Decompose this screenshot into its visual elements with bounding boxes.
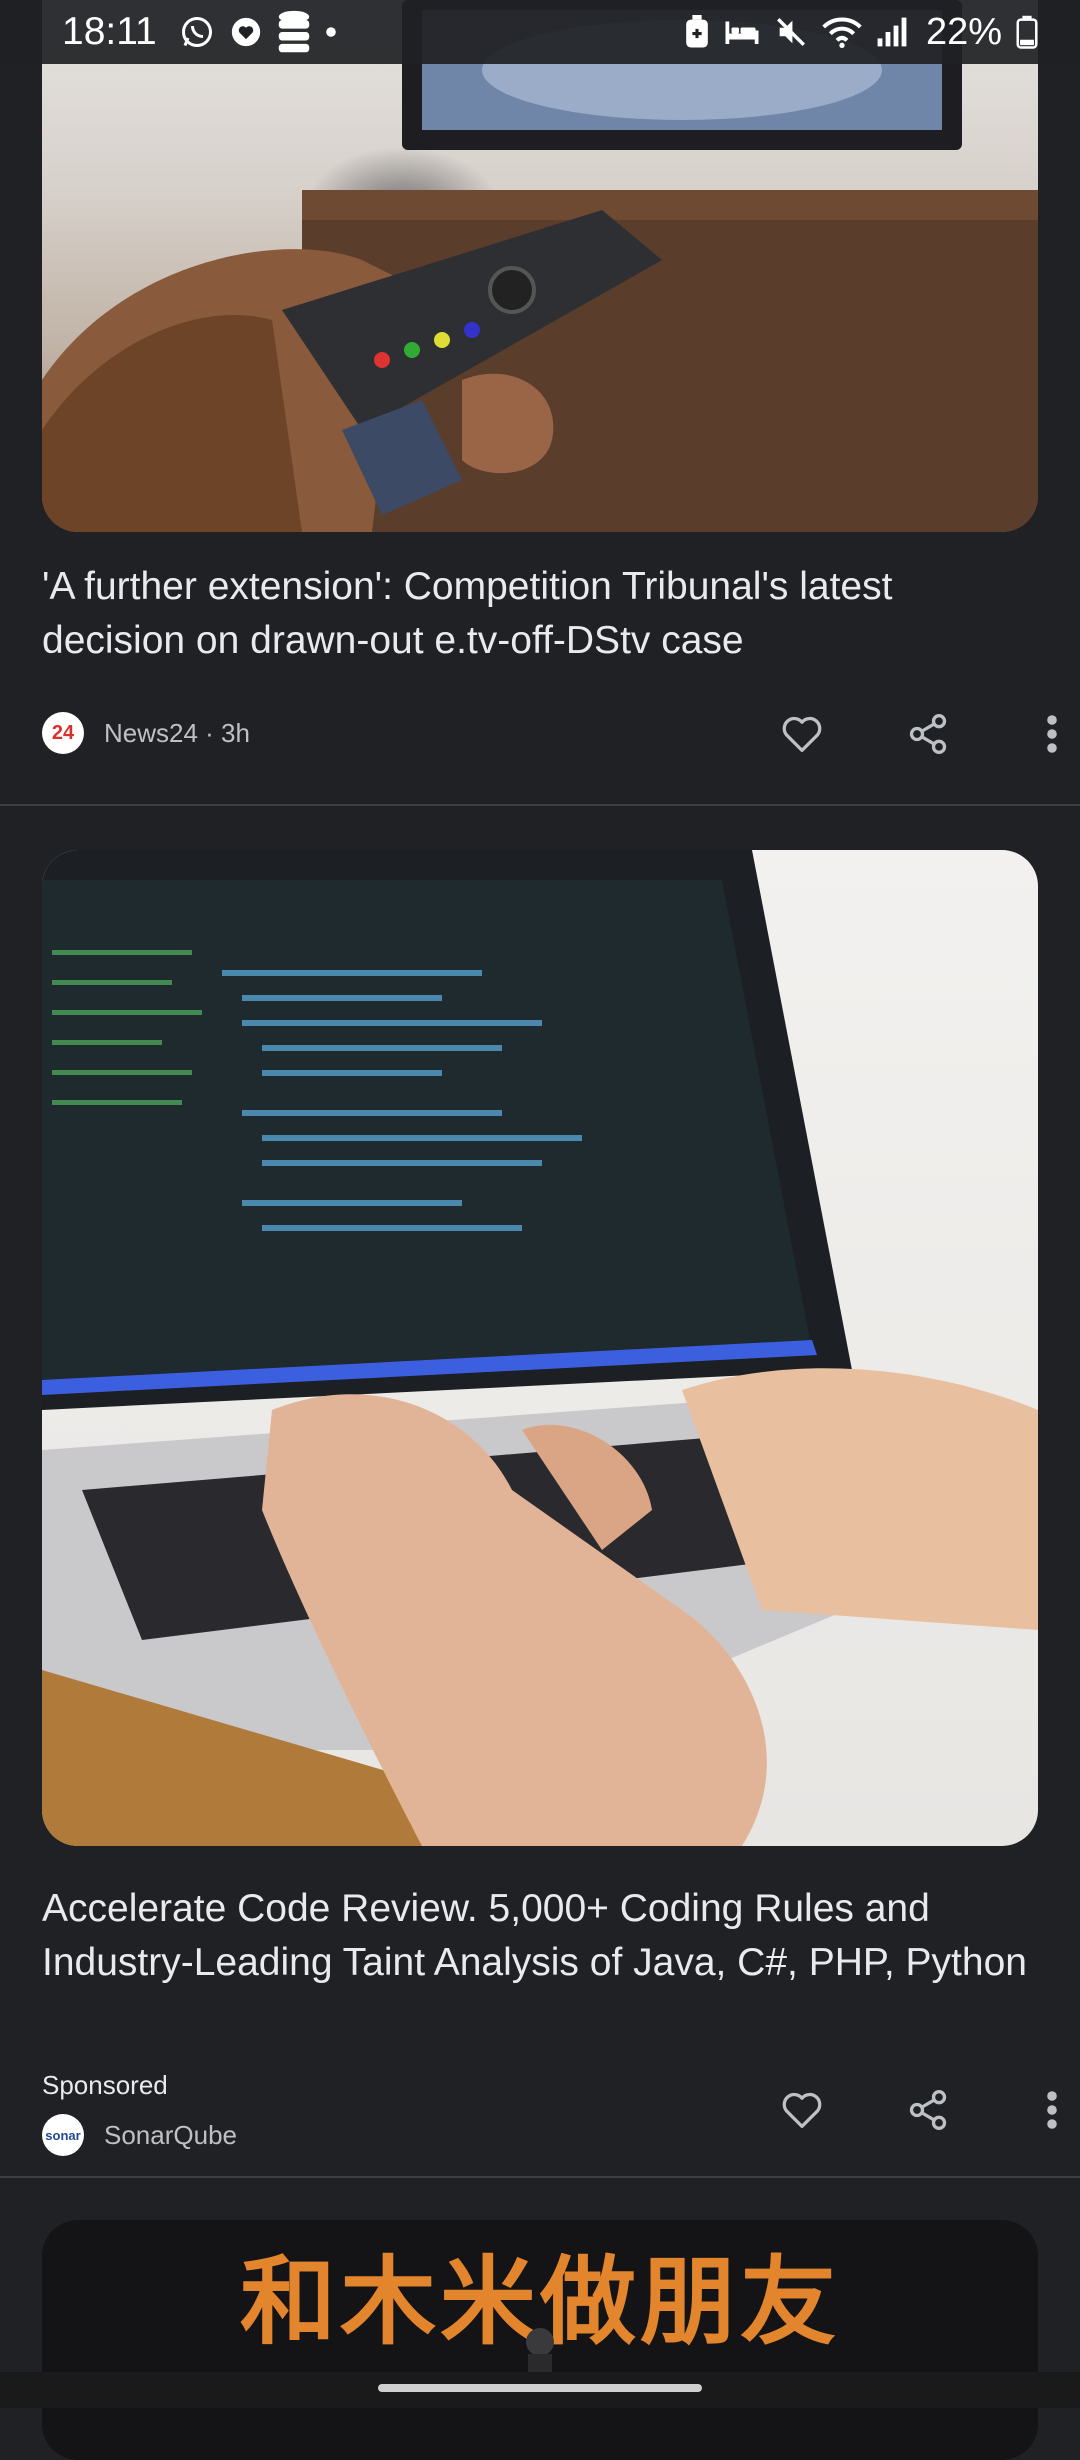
battery-percentage: 22%	[925, 10, 1002, 53]
battery-saver-icon	[684, 15, 710, 49]
more-vert-icon	[1047, 715, 1057, 753]
news24-logo: 24	[42, 712, 84, 754]
more-options-button[interactable]	[1012, 694, 1080, 774]
share-icon	[909, 714, 947, 754]
share-button[interactable]	[888, 2070, 968, 2150]
sonarqube-logo: sonar	[42, 2114, 84, 2156]
source-name: SonarQube	[104, 2119, 237, 2150]
like-button[interactable]	[762, 2070, 842, 2150]
divider	[0, 804, 1080, 806]
heart-icon	[782, 2092, 822, 2128]
bed-icon	[724, 17, 760, 47]
clock: 18:11	[62, 10, 157, 53]
share-button[interactable]	[888, 694, 968, 774]
divider	[0, 2176, 1080, 2178]
heart-face-icon	[229, 15, 263, 49]
dot-icon	[325, 26, 337, 38]
like-button[interactable]	[762, 694, 842, 774]
signal-icon	[876, 15, 908, 49]
article-image[interactable]	[42, 850, 1038, 1846]
article-image[interactable]: 和木米做朋友	[42, 2220, 1038, 2460]
tv-remote-image	[42, 0, 1038, 532]
wifi-icon	[822, 15, 862, 49]
status-bar: 18:11 22%	[0, 0, 1080, 64]
heart-icon	[782, 716, 822, 752]
article-headline[interactable]: Accelerate Code Review. 5,000+ Coding Ru…	[42, 1882, 1038, 1990]
whatsapp-icon	[179, 14, 215, 50]
mute-icon	[774, 15, 808, 49]
article-actions	[740, 2070, 1080, 2150]
article-source: sonar SonarQube	[42, 2114, 237, 2156]
share-icon	[909, 2090, 947, 2130]
article-image[interactable]	[42, 0, 1038, 532]
source-and-time: News24 · 3h	[104, 717, 250, 748]
more-vert-icon	[1047, 2091, 1057, 2129]
more-options-button[interactable]	[1012, 2070, 1080, 2150]
article-actions	[740, 694, 1080, 774]
home-gesture-handle[interactable]	[378, 2384, 702, 2392]
sponsored-label: Sponsored	[42, 2070, 168, 2100]
figure-image	[526, 2328, 554, 2380]
navigation-bar	[0, 2372, 1080, 2408]
database-icon	[277, 10, 311, 54]
battery-icon	[1016, 15, 1038, 49]
article-source: 24 News24 · 3h	[42, 712, 250, 754]
article-headline[interactable]: 'A further extension': Competition Tribu…	[42, 560, 1038, 668]
laptop-code-image	[42, 850, 1038, 1846]
